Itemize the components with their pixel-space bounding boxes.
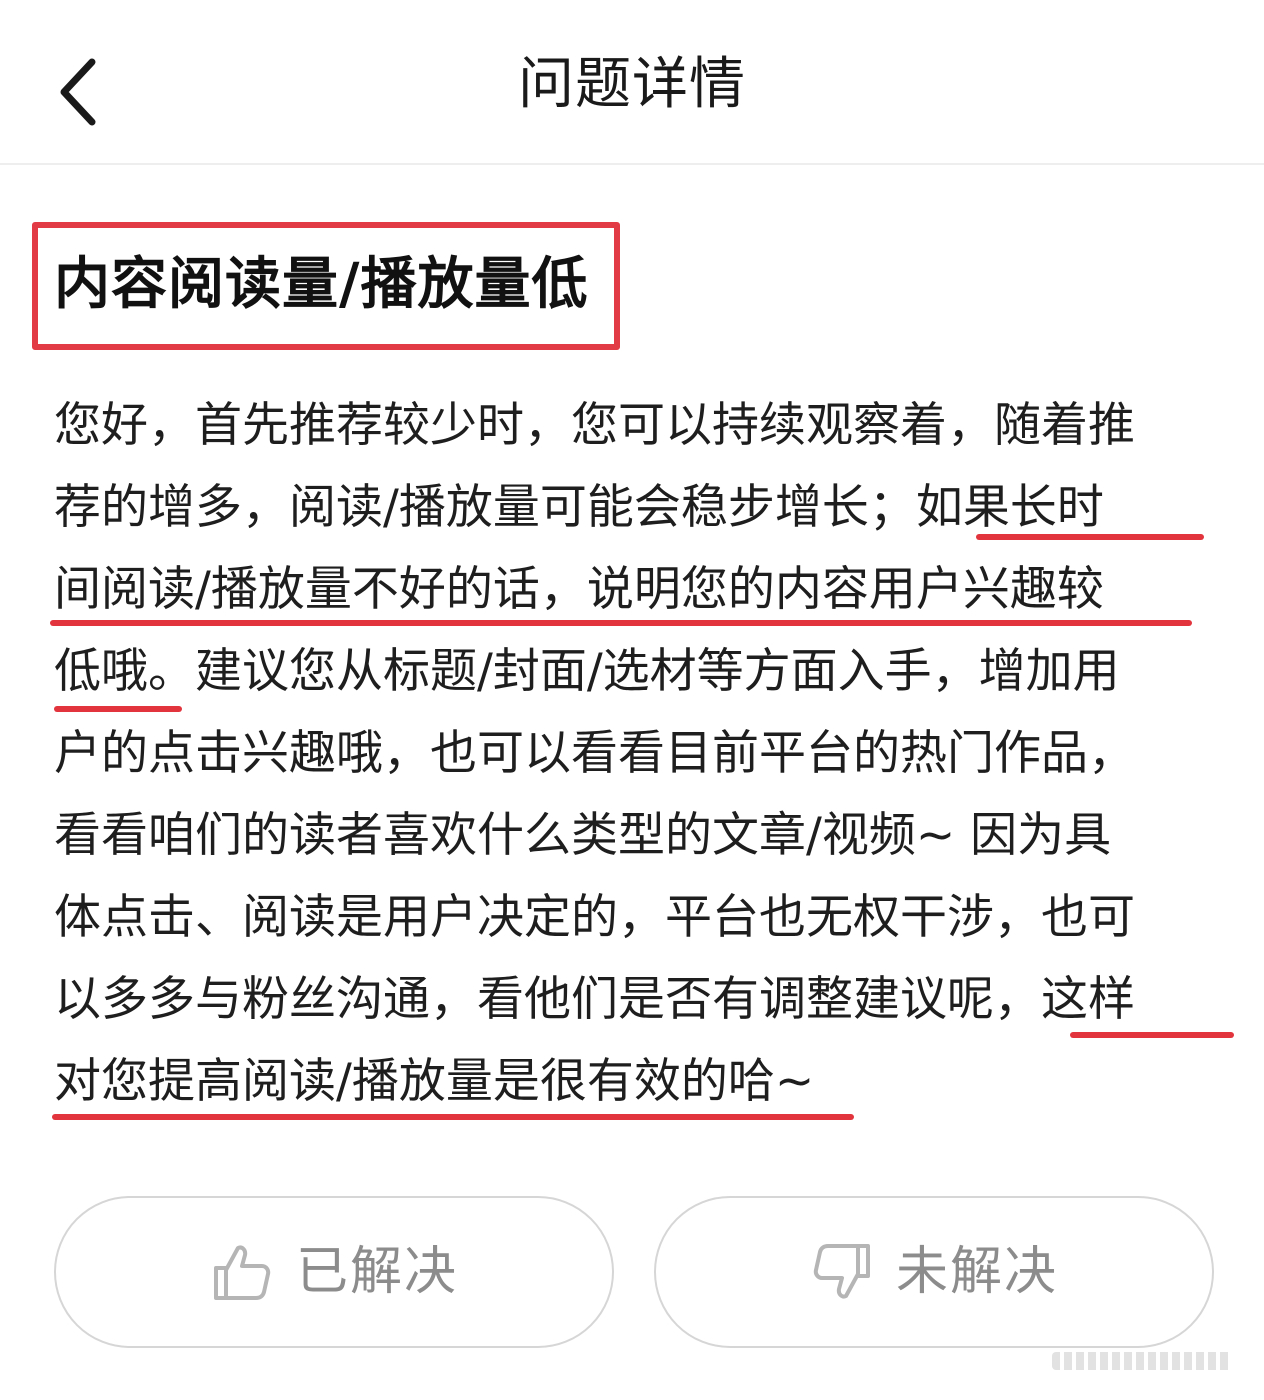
answer-line: 户的点击兴趣哦，也可以看看目前平台的热门作品， <box>54 726 1135 781</box>
highlight-underline <box>54 706 182 712</box>
top-navigation-bar: 问题详情 <box>0 0 1264 165</box>
highlight-underline <box>50 620 1192 626</box>
unresolved-label: 未解决 <box>895 1242 1058 1302</box>
answer-line: 体点击、阅读是用户决定的，平台也无权干涉，也可 <box>54 890 1135 945</box>
answer-line: 间阅读/播放量不好的话，说明您的内容用户兴趣较 <box>54 562 1104 617</box>
resolved-button[interactable]: 已解决 <box>54 1196 614 1348</box>
highlight-underline <box>52 1114 854 1120</box>
answer-line: 您好，首先推荐较少时，您可以持续观察着，随着推 <box>54 398 1135 453</box>
watermark-strip <box>1052 1352 1232 1370</box>
thumbs-up-icon <box>213 1245 271 1300</box>
page-title: 问题详情 <box>518 52 746 117</box>
answer-line: 以多多与粉丝沟通，看他们是否有调整建议呢，这样 <box>54 972 1135 1027</box>
thumbs-down-icon <box>813 1244 870 1299</box>
highlight-underline <box>976 534 1204 540</box>
answer-line: 低哦。建议您从标题/封面/选材等方面入手，增加用 <box>54 644 1120 699</box>
highlight-underline <box>1070 1032 1234 1038</box>
question-title: 内容阅读量/播放量低 <box>54 252 589 317</box>
answer-line: 对您提高阅读/播放量是很有效的哈~ <box>54 1054 815 1109</box>
answer-line: 看看咱们的读者喜欢什么类型的文章/视频~ 因为具 <box>54 808 1112 863</box>
answer-line: 荐的增多，阅读/播放量可能会稳步增长；如果长时 <box>54 480 1104 535</box>
resolved-label: 已解决 <box>295 1242 458 1302</box>
unresolved-button[interactable]: 未解决 <box>654 1196 1214 1348</box>
